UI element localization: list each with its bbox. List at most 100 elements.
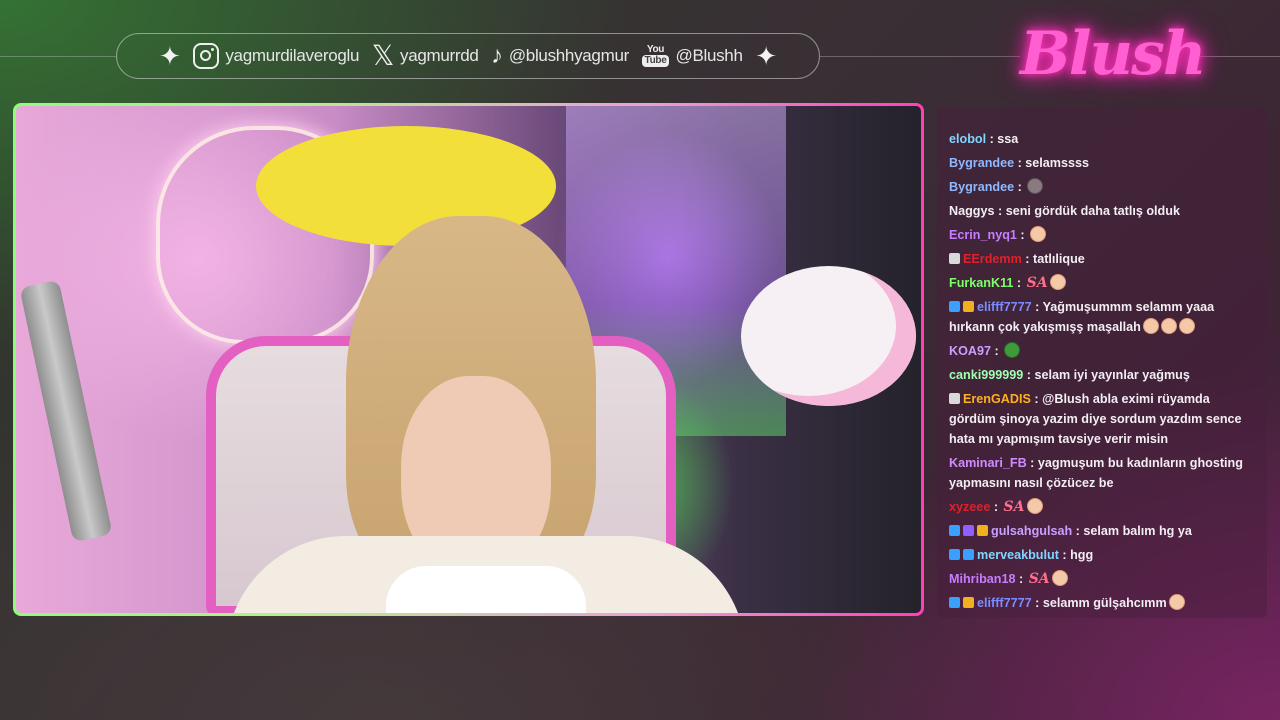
chat-separator: : [1058,548,1071,562]
webcam-feed [16,106,921,613]
chat-message: elifff7777 : selamm gülşahcımm [949,593,1257,613]
sa-emote-icon: SA [1028,571,1050,587]
badge-icon [949,525,960,536]
girl-emote-icon [1168,594,1185,610]
chat-message: Kaminari_FB : yagmuşum bu kadınların gho… [949,453,1257,493]
girl-emote-icon [1178,318,1195,334]
logo-divider-right [1200,56,1280,57]
chat-username[interactable]: Mihriban18 [949,572,1015,586]
girl-emote-icon [1160,318,1177,334]
chat-username[interactable]: Kaminari_FB [949,456,1027,470]
webcam-frame [13,103,924,616]
sa-emote-icon: SA [1003,499,1025,515]
chat-username[interactable]: elifff7777 [977,596,1032,610]
chat-username[interactable]: Bygrandee [949,180,1014,194]
chat-separator: : [986,132,998,146]
chat-text: seni gördük daha tatlış olduk [1005,204,1180,218]
unicorn-plush [741,266,916,406]
youtube-icon: You Tube [641,45,670,67]
badge-icon [949,393,960,404]
chat-message: canki999999 : selam iyi yayınlar yağmuş [949,365,1257,385]
chat-message: xyzeee : SA [949,497,1257,517]
chat-message: merveakbulut : hgg [949,545,1257,565]
social-links-bar: ✦ yagmurdilaveroglu 𝕏 yagmurrdd ♪ @blush… [116,33,820,79]
chat-message: Bygrandee : [949,177,1257,197]
chat-message: KOA97 : [949,341,1257,361]
chat-message: Mihriban18 : SA [949,569,1257,589]
chat-text: selam iyi yayınlar yağmuş [1034,368,1190,382]
badge-icon [977,525,988,536]
chat-separator: : [1021,252,1033,266]
chat-separator: : [1031,596,1043,610]
x-icon: 𝕏 [371,39,395,72]
chat-username[interactable]: Ecrin_nyq1 [949,228,1017,242]
chat-text: hgg [1070,548,1094,562]
chat-username[interactable]: merveakbulut [977,548,1059,562]
streamer-shirt [386,566,586,613]
badge-icon [963,525,974,536]
cat-emote-icon [1027,178,1044,194]
chat-text: selamssss [1025,156,1090,170]
chat-message: ErenGADIS : @Blush abla eximi rüyamda gö… [949,389,1257,449]
chat-message: elobol : ssa [949,129,1257,149]
x-link: 𝕏 yagmurrdd [372,42,479,70]
tiktok-handle: @blushhyagmur [508,46,629,65]
chat-username[interactable]: Bygrandee [949,156,1014,170]
chat-message: elifff7777 : Yağmuşummm selamm yaaa hırk… [949,297,1257,337]
instagram-icon [193,43,220,69]
chat-text: selam balım hg ya [1083,524,1192,538]
chat-separator: : [1031,300,1043,314]
girl-emote-icon [1030,226,1047,242]
chat-username[interactable]: gulsahgulsah [991,524,1072,538]
badge-icon [963,301,974,312]
top-divider-left [0,56,116,57]
chat-message: FurkanK11 : SA [949,273,1257,293]
microphone-arm [19,279,113,543]
chat-separator: : [990,500,1002,514]
blush-logo: Blush [1020,19,1207,89]
badge-icon [949,301,960,312]
badge-icon [963,597,974,608]
chat-username[interactable]: KOA97 [949,344,991,358]
badge-icon [949,597,960,608]
sparkle-icon: ✦ [755,41,777,71]
chat-separator: : [1014,156,1026,170]
top-divider-right [820,56,1020,57]
girl-emote-icon [1049,274,1066,290]
sparkle-icon: ✦ [159,41,181,71]
chat-message: Naggys : seni gördük daha tatlış olduk [949,201,1257,221]
chat-username[interactable]: elifff7777 [977,300,1032,314]
chat-separator: : [1016,228,1029,242]
girl-emote-icon [1026,498,1043,514]
chat-username[interactable]: canki999999 [949,368,1023,382]
chat-username[interactable]: xyzeee [949,500,990,514]
chat-message: Ecrin_nyq1 : [949,225,1257,245]
chat-username[interactable]: Naggys [949,204,995,218]
badge-icon [949,549,960,560]
chat-message: Bygrandee : selamssss [949,153,1257,173]
girl-emote-icon [1142,318,1159,334]
frog-emote-icon [1004,342,1021,358]
chat-username[interactable]: FurkanK11 [949,276,1013,290]
chat-text: selamm gülşahcımm [1042,596,1167,610]
chat-text: tatlılique [1033,252,1085,266]
chat-username[interactable]: EErdemm [963,252,1022,266]
badge-icon [949,253,960,264]
chat-separator: : [1014,180,1026,194]
chat-separator: : [1072,524,1084,538]
chat-username[interactable]: elobol [949,132,986,146]
chat-separator: : [1030,392,1043,406]
chat-username[interactable]: ErenGADIS [963,392,1031,406]
sa-emote-icon: SA [1026,275,1048,291]
girl-emote-icon [1051,570,1068,586]
chat-separator: : [1026,456,1038,470]
x-handle: yagmurrdd [400,46,479,65]
instagram-link: yagmurdilaveroglu [193,43,359,69]
chat-panel: elobol : ssa Bygrandee : selamssss Bygrand… [937,107,1267,618]
youtube-handle: @Blushh [675,46,743,65]
badge-icon [963,549,974,560]
youtube-link: You Tube @Blushh [641,45,743,67]
tiktok-icon: ♪ [491,42,503,69]
chat-message: EErdemm : tatlılique [949,249,1257,269]
chat-separator: : [1023,368,1035,382]
